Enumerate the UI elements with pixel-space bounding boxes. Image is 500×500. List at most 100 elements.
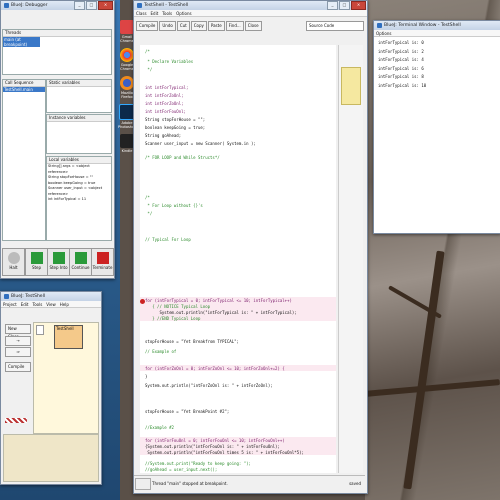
halt-icon bbox=[7, 252, 20, 264]
arrow-uses-button[interactable]: → bbox=[5, 336, 31, 346]
local-variables-header: Local variables bbox=[47, 157, 111, 164]
code-line: //goAhead = user_input.next(); bbox=[145, 467, 218, 472]
code-line: {System.out.println("intForFouOnl is: " … bbox=[145, 444, 280, 449]
code-overview[interactable] bbox=[338, 45, 363, 473]
view-select[interactable]: Source Code bbox=[306, 21, 364, 31]
code-line: int intForFouOnl; bbox=[145, 109, 186, 114]
debugger-titlebar[interactable]: BlueJ: Debugger _ □ × bbox=[1, 1, 114, 10]
find-button[interactable]: Find... bbox=[225, 21, 244, 31]
code-line: stopForHouse = "Yet BreakPoint #2"; bbox=[145, 409, 230, 414]
tree-branch bbox=[364, 379, 500, 397]
menu-help[interactable]: Help bbox=[60, 302, 69, 307]
object-bench bbox=[3, 434, 99, 482]
project-title: BlueJ: TestShell bbox=[11, 294, 46, 299]
local-variables-pane: Local variables String[] args = <object … bbox=[46, 156, 112, 241]
code-line: */ bbox=[145, 67, 153, 72]
halt-button[interactable]: Halt bbox=[2, 248, 25, 276]
local-variable[interactable]: Scanner user_input = <object reference> bbox=[48, 186, 111, 197]
step-icon bbox=[30, 252, 43, 264]
progress-indicator bbox=[5, 418, 27, 423]
terminal-title: BlueJ: Terminal Window - TestShell bbox=[384, 23, 461, 28]
compile-button[interactable]: Compile bbox=[5, 362, 31, 372]
terminal-output[interactable]: intForTypical is: 0 intForTypical is: 2 … bbox=[374, 37, 500, 92]
terminal-line: intForTypical is: 10 bbox=[378, 82, 427, 88]
menu-edit[interactable]: Edit bbox=[21, 302, 29, 307]
local-variable[interactable]: String[] args = <object reference> bbox=[48, 164, 111, 175]
code-line: */ bbox=[145, 211, 153, 216]
terminate-button[interactable]: Terminate bbox=[91, 248, 114, 276]
bluej-icon bbox=[377, 23, 382, 28]
call-sequence-pane: Call Sequence TestShell.main bbox=[2, 79, 46, 241]
status-message: Thread "main" stopped at breakpoint. bbox=[152, 481, 228, 486]
terminal-line: intForTypical is: 2 bbox=[378, 48, 424, 54]
code-line: * For Loop without {}'s bbox=[145, 203, 203, 208]
terminal-line: intForTypical is: 8 bbox=[378, 74, 424, 79]
arrow-inherits-button[interactable]: ⇒ bbox=[5, 347, 31, 357]
copy-button[interactable]: Copy bbox=[190, 21, 207, 31]
new-class-button[interactable]: New Class... bbox=[5, 324, 31, 339]
terminate-icon bbox=[96, 252, 109, 264]
code-line: for (intForZoOnl = 0; intForZoOnl <= 10;… bbox=[145, 366, 285, 371]
code-line: } //END Typical Loop bbox=[145, 316, 201, 321]
call-item[interactable]: TestShell.main bbox=[3, 87, 45, 92]
code-line: /* bbox=[145, 195, 150, 200]
menu-tools[interactable]: Tools bbox=[32, 302, 42, 307]
terminal-line: intForTypical is: 6 bbox=[378, 65, 424, 71]
menu-options[interactable]: Options bbox=[176, 11, 191, 16]
tree-trunk bbox=[403, 250, 445, 490]
code-line: for (intForFouOnl = 0; intForFouOnl <= 1… bbox=[145, 438, 285, 443]
editor-window: TestShell - TestShell _ □ × Class Edit Too… bbox=[133, 0, 368, 494]
cut-button[interactable]: Cut bbox=[176, 21, 190, 31]
class-box-testshell[interactable]: TestShell bbox=[54, 325, 83, 349]
code-line: stopForHouse = "Yet Breakfrom TYPICAL"; bbox=[145, 339, 239, 344]
close-button[interactable]: × bbox=[98, 1, 113, 10]
step-button[interactable]: Step bbox=[25, 248, 48, 276]
terminal-line: intForTypical is: 0 bbox=[378, 40, 424, 45]
readme-icon[interactable] bbox=[36, 325, 44, 335]
menu-class[interactable]: Class bbox=[136, 11, 147, 16]
step-into-button[interactable]: Step Into bbox=[47, 248, 70, 276]
debugger-window: BlueJ: Debugger _ □ × Threads main (at bre… bbox=[0, 0, 115, 279]
overview-viewport[interactable] bbox=[341, 67, 361, 105]
menu-tools[interactable]: Tools bbox=[162, 11, 172, 16]
menu-edit[interactable]: Edit bbox=[151, 11, 159, 16]
compile-button[interactable]: Compile bbox=[136, 21, 159, 31]
debugger-title: BlueJ: Debugger bbox=[11, 3, 48, 8]
bluej-icon bbox=[4, 294, 9, 299]
code-line: String stopForHouse = ""; bbox=[145, 117, 206, 122]
editor-menubar: Class Edit Tools Options bbox=[134, 10, 367, 17]
menu-view[interactable]: View bbox=[46, 302, 56, 307]
menu-options[interactable]: Options bbox=[376, 31, 391, 36]
class-diagram-area: TestShell bbox=[33, 322, 99, 434]
maximize-button[interactable]: □ bbox=[339, 1, 350, 10]
save-status: saved bbox=[349, 481, 361, 486]
continue-button[interactable]: Continue bbox=[69, 248, 92, 276]
static-variables-pane: Static variables bbox=[46, 79, 112, 113]
minimize-button[interactable]: _ bbox=[327, 1, 338, 10]
terminal-window: BlueJ: Terminal Window - TestShell Optio… bbox=[373, 20, 500, 234]
code-line: int intForZoOnl; bbox=[145, 93, 184, 98]
project-menubar: Project Edit Tools View Help bbox=[1, 301, 101, 308]
code-editor[interactable]: /* * Declare Variables */ int intForTypi… bbox=[140, 45, 336, 473]
editor-titlebar[interactable]: TestShell - TestShell _ □ × bbox=[134, 1, 367, 10]
maximize-button[interactable]: □ bbox=[86, 1, 97, 10]
terminal-titlebar[interactable]: BlueJ: Terminal Window - TestShell bbox=[374, 21, 500, 30]
call-sequence-header: Call Sequence bbox=[3, 80, 45, 87]
threads-header: Threads bbox=[3, 30, 111, 37]
help-button[interactable] bbox=[135, 478, 151, 490]
minimize-button[interactable]: _ bbox=[74, 1, 85, 10]
close-editor-button[interactable]: Close bbox=[244, 21, 262, 31]
code-line: System.out.println("intForZoOnl is: " + … bbox=[145, 383, 273, 388]
project-titlebar[interactable]: BlueJ: TestShell bbox=[1, 292, 101, 301]
code-line: * Declare Variables bbox=[145, 59, 194, 64]
paste-button[interactable]: Paste bbox=[207, 21, 225, 31]
close-button[interactable]: × bbox=[351, 1, 366, 10]
undo-button[interactable]: Undo bbox=[159, 21, 176, 31]
thread-item[interactable]: main (at breakpoint) bbox=[3, 37, 40, 47]
code-line: for (intForTypical = 0; intForTypical <=… bbox=[145, 298, 292, 303]
local-variable[interactable]: int intForTypical = 11 bbox=[48, 197, 111, 203]
code-line: // Typical For Loop bbox=[145, 237, 191, 242]
threads-pane: Threads main (at breakpoint) bbox=[2, 29, 112, 75]
status-bar: Thread "main" stopped at breakpoint. sav… bbox=[134, 475, 365, 491]
menu-project[interactable]: Project bbox=[3, 302, 17, 307]
